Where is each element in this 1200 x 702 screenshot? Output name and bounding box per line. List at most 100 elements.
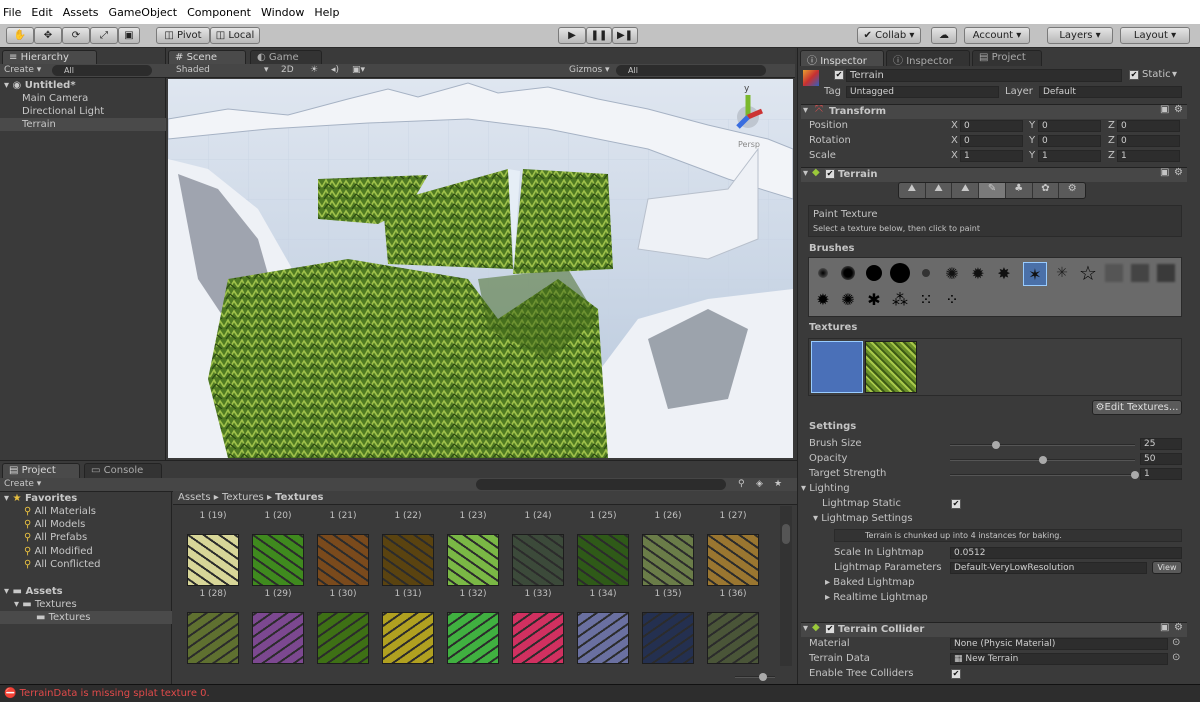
- hierarchy-search-input[interactable]: All: [52, 65, 152, 76]
- target-strength-field[interactable]: 1: [1140, 468, 1182, 480]
- terrain-settings-tool-icon[interactable]: ⚙: [1059, 183, 1085, 198]
- gizmos-dropdown[interactable]: Gizmos ▾: [569, 64, 610, 77]
- brush-texture-3[interactable]: [1155, 262, 1177, 284]
- material-picker-icon[interactable]: ⊙: [1172, 637, 1180, 648]
- rotation-y-field[interactable]: 0: [1038, 135, 1101, 147]
- layout-dropdown[interactable]: Layout ▾: [1120, 27, 1190, 44]
- brush-texture-1[interactable]: [1103, 262, 1125, 284]
- transform-header[interactable]: Transform: [801, 104, 1187, 119]
- paint-texture-tool-icon[interactable]: ✎: [979, 183, 1006, 198]
- scene-search-input[interactable]: All: [616, 65, 766, 76]
- paint-height-tool-icon[interactable]: ⛰: [926, 183, 953, 198]
- asset-thumbnail[interactable]: [512, 612, 564, 664]
- scene-root-row[interactable]: ▾ ◉ Untitled*: [0, 79, 166, 92]
- play-button[interactable]: ▶: [558, 27, 586, 44]
- favorite-star-icon[interactable]: ★: [774, 478, 782, 491]
- asset-thumbnail[interactable]: [707, 534, 759, 586]
- tab-inspector-2[interactable]: ⓘ Inspector: [886, 50, 970, 67]
- tab-inspector[interactable]: ⓘ Inspector: [800, 50, 884, 67]
- paint-details-tool-icon[interactable]: ✿: [1033, 183, 1060, 198]
- asset-thumbnail[interactable]: [577, 534, 629, 586]
- brush-spark[interactable]: ✳: [1051, 262, 1073, 284]
- position-z-field[interactable]: 0: [1117, 120, 1180, 132]
- fav-all-prefabs[interactable]: ⚲ All Prefabs: [0, 531, 87, 544]
- static-dropdown-arrow[interactable]: ▾: [1172, 69, 1177, 80]
- tab-project[interactable]: ▤ Project: [2, 463, 80, 479]
- folder-textures-sub[interactable]: ▬ Textures: [0, 611, 172, 624]
- position-x-field[interactable]: 0: [960, 120, 1023, 132]
- lightmap-parameters-dropdown[interactable]: Default-VeryLowResolution: [950, 562, 1147, 574]
- asset-thumbnail[interactable]: [642, 612, 694, 664]
- layers-dropdown[interactable]: Layers ▾: [1047, 27, 1113, 44]
- effects-toggle-icon[interactable]: ▣▾: [352, 64, 365, 77]
- terrain-help-icon[interactable]: ▣: [1160, 167, 1169, 178]
- fav-all-conflicted[interactable]: ⚲ All Conflicted: [0, 558, 101, 571]
- position-y-field[interactable]: 0: [1038, 120, 1101, 132]
- object-name-field[interactable]: Terrain: [846, 69, 1122, 82]
- brush-soft-small[interactable]: [812, 262, 834, 284]
- menu-window[interactable]: Window: [261, 6, 304, 19]
- filter-type-icon[interactable]: ⚲: [738, 478, 745, 491]
- asset-thumbnail[interactable]: [187, 534, 239, 586]
- target-strength-knob[interactable]: [1131, 471, 1139, 479]
- collider-help-icon[interactable]: ▣: [1160, 622, 1169, 633]
- brush-splatter-1[interactable]: ✺: [941, 262, 963, 284]
- menu-edit[interactable]: Edit: [31, 6, 52, 19]
- terrain-collider-header[interactable]: Terrain Collider: [801, 622, 1187, 637]
- scale-z-field[interactable]: 1: [1117, 150, 1180, 162]
- project-scrollbar[interactable]: [780, 506, 792, 666]
- collider-material-field[interactable]: None (Physic Material): [950, 638, 1168, 650]
- rotation-x-field[interactable]: 0: [960, 135, 1023, 147]
- brush-blob-1[interactable]: ✹: [812, 288, 834, 310]
- brush-selected[interactable]: ✶: [1023, 262, 1047, 286]
- asset-thumbnail[interactable]: [447, 612, 499, 664]
- breadcrumb-textures-current[interactable]: Textures: [275, 492, 323, 503]
- folder-textures[interactable]: ▾ ▬ Textures: [0, 598, 77, 611]
- menu-help[interactable]: Help: [314, 6, 339, 19]
- asset-thumbnail[interactable]: [707, 612, 759, 664]
- scale-tool-button[interactable]: ⤢: [90, 27, 118, 44]
- cloud-button[interactable]: ☁: [931, 27, 957, 44]
- brush-hard-medium[interactable]: [863, 262, 885, 284]
- terrain-foldout-arrow-icon[interactable]: ▾: [803, 168, 808, 179]
- lighting-toggle-icon[interactable]: ☀: [310, 64, 318, 77]
- assets-foldout[interactable]: ▾ ▬ Assets: [0, 585, 63, 598]
- pause-button[interactable]: ❚❚: [586, 27, 612, 44]
- 2d-toggle[interactable]: 2D: [281, 64, 294, 77]
- foldout-arrow-icon[interactable]: ▾: [803, 105, 808, 116]
- opacity-slider[interactable]: [950, 456, 1135, 464]
- terrain-texture-blue[interactable]: [811, 341, 863, 393]
- fav-all-materials[interactable]: ⚲ All Materials: [0, 505, 96, 518]
- opacity-field[interactable]: 50: [1140, 453, 1182, 465]
- brush-noise-1[interactable]: [915, 262, 937, 284]
- scale-y-field[interactable]: 1: [1038, 150, 1101, 162]
- fav-all-models[interactable]: ⚲ All Models: [0, 518, 85, 531]
- lightmap-static-checkbox[interactable]: ✔: [951, 499, 961, 509]
- brush-size-field[interactable]: 25: [1140, 438, 1182, 450]
- local-button[interactable]: ◫ Local: [210, 27, 260, 44]
- brush-blob-3[interactable]: ✱: [863, 288, 885, 310]
- brush-splatter-2[interactable]: ✹: [967, 262, 989, 284]
- smooth-height-tool-icon[interactable]: ⛰: [952, 183, 980, 198]
- asset-thumbnail[interactable]: [187, 612, 239, 664]
- asset-thumbnail[interactable]: [642, 534, 694, 586]
- brush-soft-medium[interactable]: [837, 262, 859, 284]
- tag-dropdown[interactable]: Untagged: [846, 86, 999, 98]
- terrain-data-picker-icon[interactable]: ⊙: [1172, 652, 1180, 663]
- project-scrollbar-thumb[interactable]: [782, 524, 790, 544]
- collider-gear-icon[interactable]: ⚙: [1174, 622, 1183, 633]
- enable-tree-colliders-checkbox[interactable]: ✔: [951, 669, 961, 679]
- hierarchy-create-button[interactable]: Create: [4, 65, 34, 75]
- brush-size-slider[interactable]: [950, 441, 1135, 449]
- brush-blob-2[interactable]: ✺: [837, 288, 859, 310]
- terrain-enabled-checkbox[interactable]: ✔: [825, 169, 835, 179]
- lightmap-settings-foldout[interactable]: ▾ Lightmap Settings: [813, 513, 913, 524]
- breadcrumb-textures[interactable]: Textures: [222, 492, 264, 503]
- project-search-input[interactable]: [476, 479, 726, 490]
- scale-in-lightmap-field[interactable]: 0.0512: [950, 547, 1182, 559]
- brush-splatter-3[interactable]: ✸: [993, 262, 1015, 284]
- settings-gear-icon[interactable]: ⚙: [1174, 104, 1183, 115]
- asset-thumbnail[interactable]: [382, 612, 434, 664]
- raise-lower-tool-icon[interactable]: ⛰: [899, 183, 926, 198]
- brush-texture-2[interactable]: [1129, 262, 1151, 284]
